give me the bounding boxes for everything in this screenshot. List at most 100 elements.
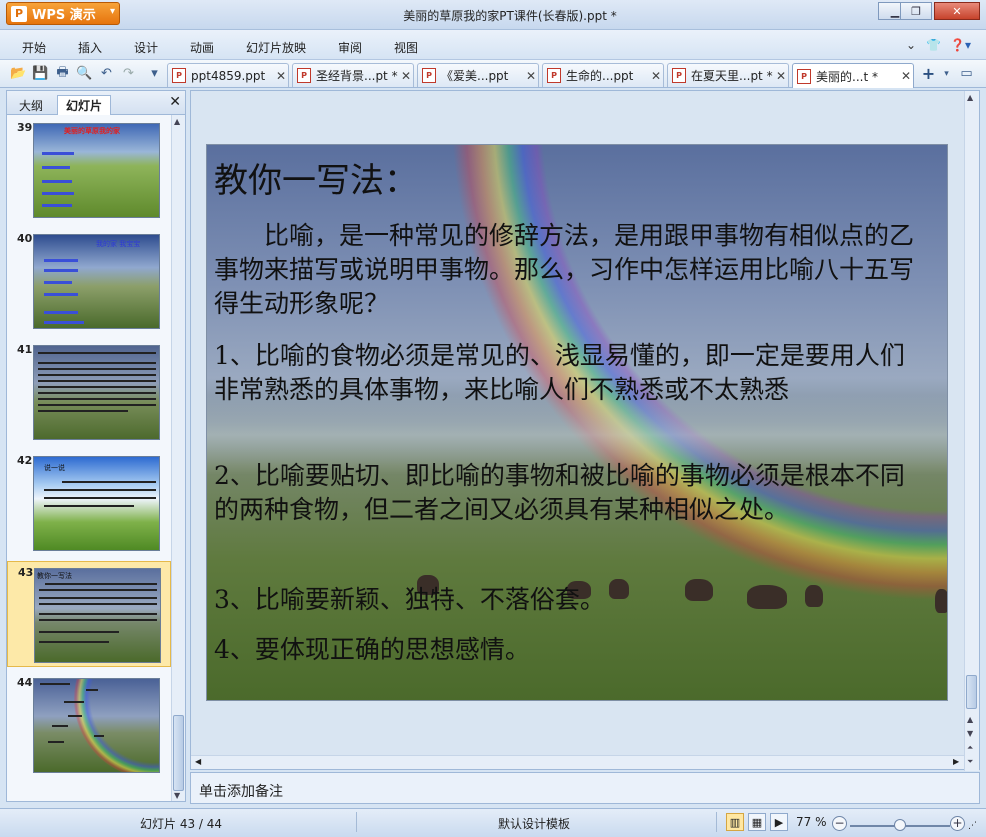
menu-review[interactable]: 审阅 [338,39,362,56]
window-layout-icon[interactable]: ▭ [958,65,975,82]
doc-tab[interactable]: P 圣经背景...pt * ✕ [292,63,414,87]
slide-number: 44 [17,676,33,689]
scroll-up-icon[interactable]: ▲ [174,117,180,126]
doc-tab[interactable]: P 《爱美...ppt ✕ [417,63,539,87]
slide-preview: 我的家 我宝宝 [33,234,160,329]
maximize-button[interactable]: ❐ [900,2,932,20]
open-icon[interactable]: 📂 [10,65,27,82]
menu-view[interactable]: 视图 [394,39,418,56]
doc-tab[interactable]: P 在夏天里...pt * ✕ [667,63,789,87]
menu-slideshow[interactable]: 幻灯片放映 [246,39,306,56]
print-preview-icon[interactable]: 🔍 [76,65,93,82]
ppt-file-icon: P [172,68,186,83]
doc-tab-label: 美丽的...t * [816,69,878,84]
collapse-ribbon-icon[interactable]: ⌄ [906,38,916,52]
slide-thumbnail[interactable]: 39 美丽的草原我的家 [7,117,171,223]
scroll-up-icon[interactable]: ▲ [967,715,973,724]
doc-tab-label: 《爱美...ppt [441,69,509,83]
dropdown-arrow-icon: ▾ [109,6,115,17]
print-icon[interactable]: 🖶 [54,65,71,82]
slide-preview [33,678,160,773]
slide-title: 教你一写法： [214,161,418,201]
redo-icon[interactable]: ↷ [120,65,137,82]
menu-insert[interactable]: 插入 [78,39,102,56]
slide-title-text: 我的家 我宝宝 [96,240,141,248]
slide-title-text: 美丽的草原我的家 [64,127,120,135]
grid-view-icon: ▦ [751,815,763,829]
next-slide-icon[interactable]: ⏷ [967,757,973,767]
slide-thumbnail[interactable]: 42 说一说 [7,450,171,556]
zoom-level: 77 % [796,815,827,829]
slide-thumbnail[interactable]: 41 [7,339,171,445]
customize-toolbar-icon[interactable]: ▾ [146,65,163,82]
scroll-up-icon[interactable]: ▲ [967,93,973,102]
slide-sorter-view-button[interactable]: ▦ [748,813,766,831]
ppt-file-icon: P [797,68,811,84]
tab-list-icon[interactable]: ▾ [938,65,955,82]
zoom-slider-handle[interactable] [894,819,906,831]
skin-icon[interactable]: 👕 [926,38,941,52]
save-icon[interactable]: 💾 [32,65,49,82]
close-button[interactable]: ✕ [934,2,980,20]
design-template-name[interactable]: 默认设计模板 [498,815,570,832]
close-icon[interactable]: ✕ [524,69,538,83]
slide-number: 39 [17,121,33,134]
menu-animation[interactable]: 动画 [190,39,214,56]
doc-tab[interactable]: P 生命的...ppt ✕ [542,63,664,87]
slide-counter: 幻灯片 43 / 44 [140,817,223,831]
tab-slides[interactable]: 幻灯片 [57,95,112,115]
thumbnail-scrollbar[interactable]: ▲ ▼ [171,115,185,801]
normal-view-button[interactable]: ▥ [726,813,744,831]
slides-panel: 大纲 幻灯片 ✕ 39 美丽的草原我的家 40 我的家 我宝宝 41 42 说一… [6,90,186,802]
close-icon[interactable]: ✕ [649,69,663,83]
menu-home[interactable]: 开始 [22,39,46,56]
title-bar: P WPS 演示 ▾ 美丽的草原我的家PT课件(长春版).ppt * ▁ ❐ ✕ [0,0,986,30]
tab-outline[interactable]: 大纲 [11,95,51,115]
slideshow-view-button[interactable]: ▶ [770,813,788,831]
help-icon[interactable]: ❓▾ [950,38,971,52]
slide-title-text: 教你一写法 [37,572,72,580]
slide-thumbnail-selected[interactable]: 43 教你一写法 [7,561,171,667]
ppt-file-icon: P [547,68,561,83]
close-icon[interactable]: ✕ [274,69,288,83]
slide-thumbnail[interactable]: 44 [7,672,171,778]
menu-design[interactable]: 设计 [134,39,158,56]
close-icon[interactable]: ✕ [399,69,413,83]
scroll-right-icon[interactable]: ▶ [953,757,959,766]
scroll-down-icon[interactable]: ▼ [174,791,180,800]
slide-preview: 说一说 [33,456,160,551]
close-icon[interactable]: ✕ [899,69,913,83]
ppt-file-icon: P [297,68,311,83]
quick-toolbar: 📂 💾 🖶 🔍 ↶ ↷ ▾ P ppt4859.ppt ✕ P 圣经背景...p… [0,60,986,88]
notes-placeholder[interactable]: 单击添加备注 [199,781,283,801]
undo-icon[interactable]: ↶ [98,65,115,82]
slide-point-3: 3、比喻要新颖、独特、不落俗套。 [214,585,605,614]
close-icon[interactable]: ✕ [774,69,788,83]
window-title: 美丽的草原我的家PT课件(长春版).ppt * [403,9,617,23]
doc-tab[interactable]: P ppt4859.ppt ✕ [167,63,289,87]
current-slide[interactable]: 教你一写法： 比喻，是一种常见的修辞方法，是用跟甲事物有相似点的乙事物来描写或说… [206,144,948,701]
wps-app-menu-button[interactable]: P WPS 演示 ▾ [6,2,120,25]
doc-tab-active[interactable]: P 美丽的...t * ✕ [792,63,914,88]
previous-slide-icon[interactable]: ⏶ [967,743,973,753]
close-panel-icon[interactable]: ✕ [169,94,181,110]
slide-thumbnail[interactable]: 40 我的家 我宝宝 [7,228,171,334]
doc-tab-label: 圣经背景...pt * [316,69,398,83]
scroll-down-icon[interactable]: ▼ [967,729,973,738]
wps-logo-icon: P [11,5,27,22]
horizontal-scrollbar[interactable]: ◀ ▶ [191,755,966,769]
scroll-left-icon[interactable]: ◀ [195,757,201,766]
notes-pane[interactable]: 单击添加备注 [190,772,980,804]
slide-preview: 教你一写法 [34,568,161,663]
scroll-thumb[interactable] [966,675,977,709]
normal-view-icon: ▥ [729,815,741,829]
zoom-in-button[interactable]: + [950,816,965,831]
resize-grip-icon[interactable]: ⋰ [968,821,977,831]
new-tab-icon[interactable]: + [920,64,937,83]
slide-vertical-scrollbar[interactable]: ▲ ▲ ▼ ⏶ ⏷ [964,91,979,771]
scroll-thumb[interactable] [173,715,184,791]
menu-bar: 开始 插入 设计 动画 幻灯片放映 审阅 视图 ⌄ 👕 ❓▾ [0,30,986,60]
zoom-out-button[interactable]: − [832,816,847,831]
slide-number: 42 [17,454,33,467]
app-name: WPS 演示 [32,8,96,23]
